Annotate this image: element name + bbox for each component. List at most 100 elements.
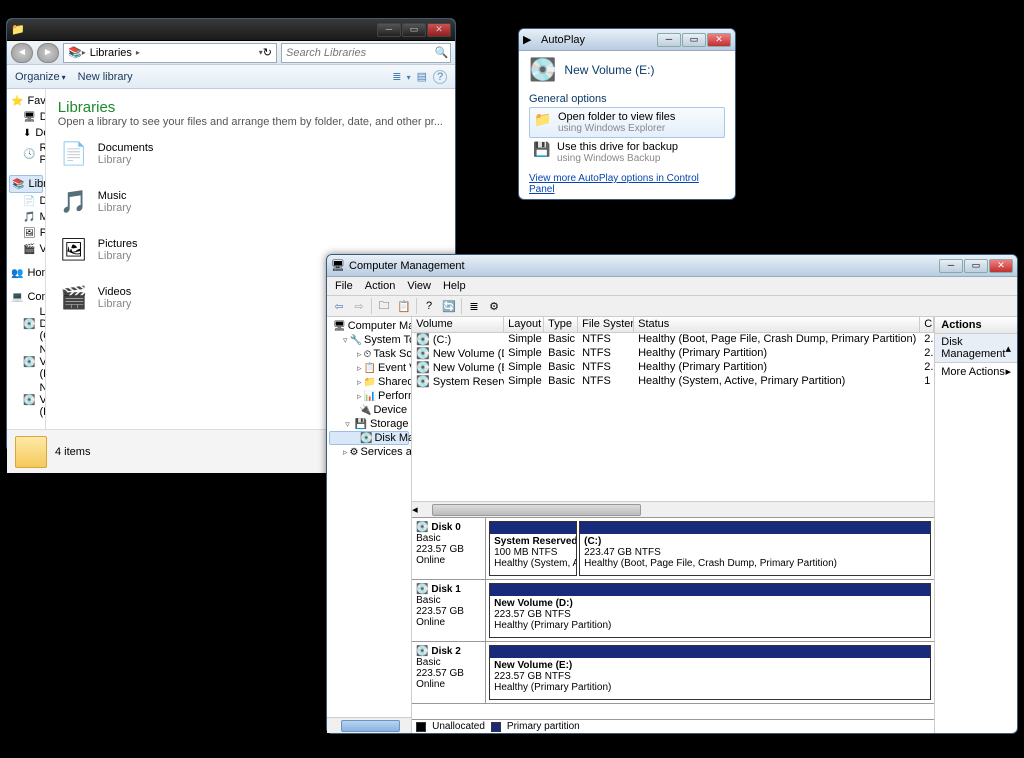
horiz-scrollbar[interactable]: ◂	[412, 501, 934, 517]
new-library-button[interactable]: New library	[78, 71, 133, 83]
pictures-icon: 🖼	[23, 226, 36, 240]
nav-desktop[interactable]: 🖥Desktop	[9, 109, 43, 125]
autoplay-option[interactable]: 💾Use this drive for backupusing Windows …	[529, 138, 725, 167]
refresh-button[interactable]: 🔄	[441, 298, 457, 314]
network-group[interactable]: 🌐Network	[9, 427, 43, 429]
star-icon: ⭐	[11, 94, 23, 108]
help-button[interactable]: ?	[421, 298, 437, 314]
partition[interactable]: (C:)223.47 GB NTFSHealthy (Boot, Page Fi…	[579, 521, 931, 576]
settings-button[interactable]: ⚙	[486, 298, 502, 314]
cm-titlebar[interactable]: 🖥 Computer Management ─ ▭ ✕	[327, 255, 1017, 277]
nav-vol-e[interactable]: 💽New Volume (E:)	[9, 381, 43, 419]
tree-scrollbar[interactable]	[327, 717, 411, 733]
nav-pane: ⭐Favorites 🖥Desktop ⬇Downloads 🕓Recent P…	[7, 89, 46, 429]
maximize-button[interactable]: ▭	[964, 259, 988, 273]
tree-task[interactable]: ▹⏲Task Scheduler	[329, 347, 409, 361]
nav-documents[interactable]: 📄Documents	[9, 193, 43, 209]
tree-diskmgmt[interactable]: 💽Disk Management	[329, 431, 409, 445]
favorites-group[interactable]: ⭐Favorites	[9, 93, 43, 109]
documents-icon: 📄	[23, 194, 35, 208]
close-button[interactable]: ✕	[707, 33, 731, 47]
volume-headers[interactable]: Volume Layout Type File System Status C	[412, 317, 934, 333]
homegroup[interactable]: 👥Homegroup	[9, 265, 43, 281]
disk-label[interactable]: 💽 Disk 0Basic223.57 GBOnline	[412, 518, 486, 579]
view-button[interactable]: ≣ ▾	[392, 70, 410, 84]
address-bar[interactable]: 📚 ▸ Libraries ▸ ▾ ↻	[63, 43, 277, 63]
computer-group[interactable]: 💻Computer	[9, 289, 43, 305]
libraries-icon: 📚	[68, 46, 82, 59]
disk-label[interactable]: 💽 Disk 1Basic223.57 GBOnline	[412, 580, 486, 641]
disk-row: 💽 Disk 0Basic223.57 GBOnlineSystem Reser…	[412, 518, 934, 580]
recent-icon: 🕓	[23, 147, 35, 161]
library-item[interactable]: 📄DocumentsLibrary	[58, 138, 443, 170]
partition[interactable]: System Reserved100 MB NTFSHealthy (Syste…	[489, 521, 577, 576]
back-button[interactable]: ⇦	[331, 298, 347, 314]
tree-storage[interactable]: ▿💾Storage	[329, 417, 409, 431]
library-icon: 🎬	[58, 282, 90, 314]
partition[interactable]: New Volume (D:)223.57 GB NTFSHealthy (Pr…	[489, 583, 931, 638]
breadcrumb[interactable]: Libraries	[86, 47, 136, 59]
maximize-button[interactable]: ▭	[402, 23, 426, 37]
drive-icon: 💽	[23, 355, 35, 369]
menu-action[interactable]: Action	[365, 280, 396, 292]
homegroup-icon: 👥	[11, 266, 23, 280]
properties-button[interactable]: 📋	[396, 298, 412, 314]
nav-vol-d[interactable]: 💽New Volume (D:)	[9, 343, 43, 381]
volume-row[interactable]: 💽 New Volume (D:)SimpleBasicNTFSHealthy …	[412, 347, 934, 361]
toolbar: ⇦ ⇨ 🗀 📋 ? 🔄 ≣ ⚙	[327, 295, 1017, 317]
autoplay-option[interactable]: 📁Open folder to view filesusing Windows …	[529, 107, 725, 138]
drive-header: 💽 New Volume (E:)	[529, 57, 725, 83]
menu-view[interactable]: View	[407, 280, 431, 292]
forward-button[interactable]: ►	[37, 43, 59, 63]
partition[interactable]: New Volume (E:)223.57 GB NTFSHealthy (Pr…	[489, 645, 931, 700]
tree-systools[interactable]: ▿🔧System Tools	[329, 333, 409, 347]
autoplay-titlebar[interactable]: ▶ AutoPlay ─ ▭ ✕	[519, 29, 735, 51]
volume-row[interactable]: 💽 (C:)SimpleBasicNTFSHealthy (Boot, Page…	[412, 333, 934, 347]
explorer-titlebar[interactable]: 📁 ─ ▭ ✕	[7, 19, 455, 41]
nav-local-c[interactable]: 💽Local Disk (C:)	[9, 305, 43, 343]
nav-downloads[interactable]: ⬇Downloads	[9, 125, 43, 141]
library-item[interactable]: 🎵MusicLibrary	[58, 186, 443, 218]
tree-devmgr[interactable]: 🔌Device Manager	[329, 403, 409, 417]
refresh-icon[interactable]: ↻	[263, 46, 272, 59]
minimize-button[interactable]: ─	[377, 23, 401, 37]
tree-perf[interactable]: ▹📊Performance	[329, 389, 409, 403]
nav-music[interactable]: 🎵Music	[9, 209, 43, 225]
preview-pane-button[interactable]: ▤	[417, 70, 427, 84]
menu-help[interactable]: Help	[443, 280, 466, 292]
nav-recent[interactable]: 🕓Recent Places	[9, 141, 43, 167]
help-button[interactable]: ?	[433, 70, 447, 84]
minimize-button[interactable]: ─	[939, 259, 963, 273]
search-box[interactable]: 🔍	[281, 43, 451, 63]
volume-row[interactable]: 💽 New Volume (E:)SimpleBasicNTFSHealthy …	[412, 361, 934, 375]
more-options-link[interactable]: View more AutoPlay options in Control Pa…	[529, 173, 725, 195]
maximize-button[interactable]: ▭	[682, 33, 706, 47]
list-button[interactable]: ≣	[466, 298, 482, 314]
disk-label[interactable]: 💽 Disk 2Basic223.57 GBOnline	[412, 642, 486, 703]
volume-row[interactable]: 💽 System ReservedSimpleBasicNTFSHealthy …	[412, 375, 934, 389]
menu-file[interactable]: File	[335, 280, 353, 292]
libraries-group[interactable]: 📚Libraries	[9, 175, 43, 193]
item-count: 4 items	[55, 446, 90, 458]
organize-button[interactable]: Organize▾	[15, 71, 66, 83]
actions-more[interactable]: More Actions▸	[935, 363, 1017, 380]
tree-event[interactable]: ▹📋Event Viewer	[329, 361, 409, 375]
volume-list: Volume Layout Type File System Status C …	[412, 317, 934, 517]
actions-disk-mgmt[interactable]: Disk Management▴	[935, 334, 1017, 363]
tree-root[interactable]: 🖥Computer Management (Local	[329, 319, 409, 333]
autoplay-window: ▶ AutoPlay ─ ▭ ✕ 💽 New Volume (E:) Gener…	[518, 28, 736, 200]
forward-button[interactable]: ⇨	[351, 298, 367, 314]
minimize-button[interactable]: ─	[657, 33, 681, 47]
library-icon: 🎵	[58, 186, 90, 218]
back-button[interactable]: ◄	[11, 43, 33, 63]
close-button[interactable]: ✕	[427, 23, 451, 37]
tree-services[interactable]: ▹⚙Services and Applications	[329, 445, 409, 459]
close-button[interactable]: ✕	[989, 259, 1013, 273]
up-button[interactable]: 🗀	[376, 298, 392, 314]
nav-videos[interactable]: 🎬Videos	[9, 241, 43, 257]
search-input[interactable]	[282, 47, 433, 59]
chevron-right-icon: ▸	[1005, 365, 1011, 378]
tree-shared[interactable]: ▹📁Shared Folders	[329, 375, 409, 389]
nav-pictures[interactable]: 🖼Pictures	[9, 225, 43, 241]
search-icon[interactable]: 🔍	[433, 46, 450, 59]
